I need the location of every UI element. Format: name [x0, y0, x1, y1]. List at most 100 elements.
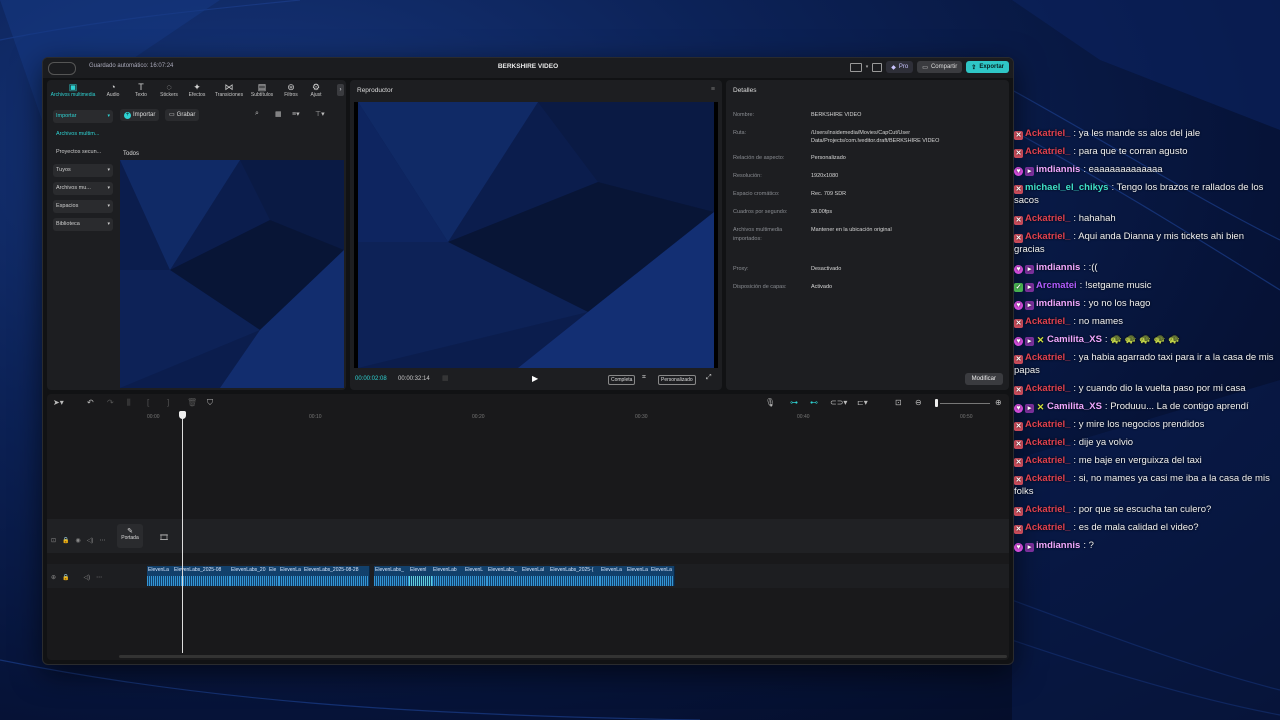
main-video-track[interactable]: [47, 519, 1009, 553]
aspect-ratio-button[interactable]: Personalizado: [658, 375, 696, 385]
tool-filters[interactable]: ⊛ Filtros: [277, 80, 305, 102]
audio-clip[interactable]: ElevenL: [464, 566, 488, 586]
undo-icon[interactable]: ↶: [87, 398, 94, 407]
chat-username[interactable]: Ackatriel_: [1025, 231, 1070, 242]
sidebar-item-import[interactable]: Importar ▾: [53, 110, 113, 123]
chat-username[interactable]: Ackatriel_: [1025, 473, 1070, 484]
chat-username[interactable]: Ackatriel_: [1025, 437, 1070, 448]
layout-icon[interactable]: [849, 62, 862, 72]
more-icon[interactable]: ⋯: [99, 537, 105, 544]
playhead-line[interactable]: [182, 413, 183, 653]
preview-axis-icon[interactable]: ⊂⊃▾: [830, 398, 847, 407]
chevron-right-icon[interactable]: ›: [337, 84, 344, 96]
more-icon[interactable]: ⋯: [96, 574, 102, 581]
chat-username[interactable]: Ackatriel_: [1025, 419, 1070, 430]
audio-clip[interactable]: ElevenLab: [432, 566, 465, 586]
tool-stickers[interactable]: ◌ Stickers: [155, 80, 183, 102]
redo-icon[interactable]: ↷: [107, 398, 114, 407]
audio-clip-selected[interactable]: Elevenl: [409, 566, 433, 586]
chat-username[interactable]: Ackatriel_: [1025, 383, 1070, 394]
select-tool-icon[interactable]: ➤▾: [53, 398, 64, 407]
timeline-scrollbar[interactable]: [119, 655, 1007, 658]
audio-clip[interactable]: ElevenLabs_2025-08-28: [303, 566, 370, 586]
media-thumbnail[interactable]: [120, 160, 344, 388]
chat-username[interactable]: imdiannis: [1036, 540, 1080, 551]
sidebar-item-stock-media[interactable]: Archivos mu... ▾: [53, 182, 113, 195]
chat-username[interactable]: imdiannis: [1036, 164, 1080, 175]
full-quality-button[interactable]: Completa: [608, 375, 636, 385]
microphone-icon[interactable]: 🎙: [765, 398, 775, 407]
chat-username[interactable]: Ackatriel_: [1025, 504, 1070, 515]
export-button[interactable]: ⇪ Exportar: [966, 61, 1009, 73]
split-icon[interactable]: ⫼: [127, 398, 131, 408]
audio-clip[interactable]: ElevenLabs_2025-(: [549, 566, 601, 586]
eye-icon[interactable]: ◉: [76, 537, 81, 544]
modify-button[interactable]: Modificar: [964, 373, 1003, 385]
zoom-out-icon[interactable]: ⊖: [915, 398, 922, 407]
tool-media[interactable]: ▣ Archivos multimedia: [47, 80, 99, 102]
magnet-icon[interactable]: ⊷: [810, 398, 818, 407]
audio-clip[interactable]: ElevenLabs_20: [230, 566, 269, 586]
shortcuts-icon[interactable]: [872, 62, 883, 72]
chevron-down-icon[interactable]: ▾: [866, 64, 869, 70]
sidebar-item-media[interactable]: Archivos multim...: [53, 128, 113, 141]
fit-icon[interactable]: ⊡: [895, 398, 902, 407]
share-button[interactable]: ▭ Compartir: [917, 61, 963, 73]
timecode-grid-icon[interactable]: ▦: [442, 374, 449, 382]
play-icon[interactable]: ▶: [532, 374, 538, 383]
split-left-icon[interactable]: [: [147, 398, 149, 407]
audio-clip[interactable]: ElevenLa: [147, 566, 174, 586]
chat-username[interactable]: michael_el_chikys: [1025, 182, 1108, 193]
speaker-icon[interactable]: ◁): [87, 537, 94, 544]
chat-username[interactable]: Ackatriel_: [1025, 316, 1070, 327]
playhead-handle[interactable]: [179, 411, 186, 419]
tool-adjust[interactable]: ⚙ Ajust: [305, 80, 327, 102]
sort-icon[interactable]: ≡▾: [292, 110, 300, 118]
audio-clip[interactable]: ElevenLabs_: [487, 566, 522, 586]
tool-transitions[interactable]: ⋈ Transiciones: [211, 80, 247, 102]
chat-username[interactable]: Arcmatei: [1036, 280, 1077, 291]
video-preview[interactable]: [354, 102, 718, 368]
track-toggle-icon[interactable]: ⊡: [51, 537, 56, 544]
timeline-ruler[interactable]: 00:00 00:10 00:20 00:30 00:40 00:50: [47, 412, 1009, 422]
chat-username[interactable]: Ackatriel_: [1025, 352, 1070, 363]
menu-icon[interactable]: ≡: [711, 86, 715, 93]
record-button[interactable]: ▭ Grabar: [165, 109, 200, 121]
delete-icon[interactable]: 🗑: [187, 398, 197, 407]
chat-username[interactable]: imdiannis: [1036, 262, 1080, 273]
sidebar-item-yours[interactable]: Tuyos ▾: [53, 164, 113, 177]
tool-subtitles[interactable]: ▤ Subtítulos: [247, 80, 277, 102]
import-button[interactable]: + Importar: [120, 109, 160, 121]
audio-clip[interactable]: ElevenLabs_: [374, 566, 410, 586]
tool-text[interactable]: T Texto: [127, 80, 155, 102]
audio-clip[interactable]: ElevenLa: [600, 566, 627, 586]
chat-username[interactable]: Ackatriel_: [1025, 128, 1070, 139]
link-icon[interactable]: ⊶: [790, 398, 798, 407]
search-icon[interactable]: ⌕: [255, 110, 259, 118]
snap-icon[interactable]: ⊏▾: [857, 398, 868, 407]
chat-username[interactable]: Camilita_XS: [1047, 334, 1102, 345]
pro-button[interactable]: ◆ Pro: [886, 61, 914, 73]
zoom-slider-handle[interactable]: [935, 399, 938, 407]
tool-effects[interactable]: ✦ Efectos: [183, 80, 211, 102]
zoom-in-icon[interactable]: ⊕: [995, 398, 1002, 407]
track-toggle-icon[interactable]: ⊕: [51, 574, 56, 581]
sidebar-item-subprojects[interactable]: Proyectos secun...: [53, 146, 113, 159]
audio-clip[interactable]: ElevenLa: [626, 566, 651, 586]
audio-clip[interactable]: ElevenLa: [279, 566, 304, 586]
filter-icon[interactable]: ⊤▾: [315, 110, 325, 118]
speaker-icon[interactable]: ◁): [84, 574, 91, 581]
cover-button[interactable]: ✎ Portada: [117, 524, 143, 548]
zoom-slider[interactable]: [940, 403, 990, 404]
lock-icon[interactable]: 🔒: [62, 574, 69, 581]
chat-username[interactable]: Ackatriel_: [1025, 146, 1070, 157]
audio-clip[interactable]: ElevenLal: [521, 566, 550, 586]
grid-view-icon[interactable]: ▦: [275, 110, 282, 118]
chat-username[interactable]: Ackatriel_: [1025, 522, 1070, 533]
chat-username[interactable]: Camilita_XS: [1047, 401, 1102, 412]
chat-username[interactable]: imdiannis: [1036, 298, 1080, 309]
tool-audio[interactable]: ◔ Audio: [99, 80, 127, 102]
sidebar-item-spaces[interactable]: Espacios ▾: [53, 200, 113, 213]
shield-icon[interactable]: ⛉: [207, 398, 213, 408]
audio-clip[interactable]: ElevenLa: [650, 566, 675, 586]
